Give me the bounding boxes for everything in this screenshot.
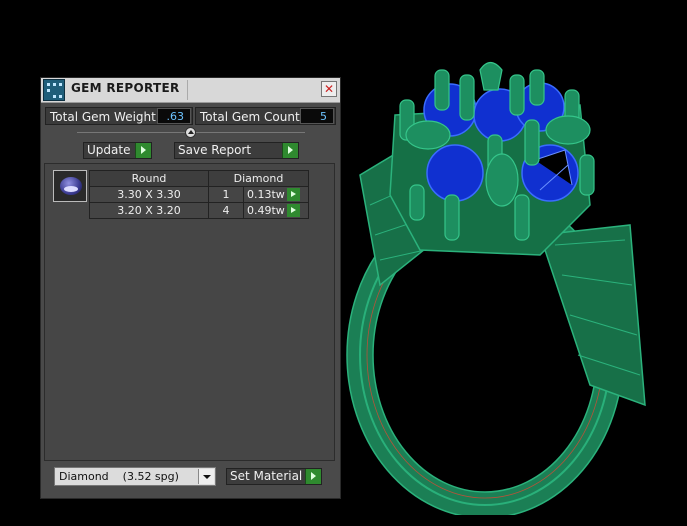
set-material-button-label: Set Material (230, 469, 303, 483)
gem-weight-cell: 0.49tw (243, 202, 309, 219)
total-gem-weight: Total Gem Weight .63 (45, 107, 193, 125)
total-gem-weight-value: .63 (157, 108, 191, 124)
panel-title: GEM REPORTER (71, 81, 180, 95)
chevron-down-icon[interactable] (198, 469, 214, 484)
gem-reporter-panel: GEM REPORTER ✕ Total Gem Weight .63 Tota… (40, 77, 341, 499)
update-button[interactable]: Update (83, 142, 152, 159)
total-gem-count: Total Gem Count 5 (195, 107, 336, 125)
material-select-value: Diamond (3.52 spg) (59, 470, 179, 483)
gem-size-cell: 3.20 X 3.20 (89, 202, 209, 219)
gem-size-cell: 3.30 X 3.30 (89, 186, 209, 203)
gem-count-cell: 4 (208, 202, 244, 219)
gem-weight-cell: 0.13tw (243, 186, 309, 203)
arrow-right-icon[interactable] (305, 469, 321, 484)
gem-weight-value: 0.13tw (247, 187, 285, 201)
gem-table-header: Round Diamond (89, 170, 309, 187)
title-divider (187, 80, 188, 100)
save-report-button[interactable]: Save Report (174, 142, 299, 159)
material-select[interactable]: Diamond (3.52 spg) (54, 467, 216, 486)
table-row[interactable]: 3.20 X 3.20 4 0.49tw (89, 202, 309, 219)
arrow-right-icon[interactable] (286, 204, 300, 218)
ring-3d-model[interactable] (340, 55, 670, 515)
column-header-shape: Round (89, 170, 209, 187)
arrow-right-icon[interactable] (286, 188, 300, 202)
gem-count-cell: 1 (208, 186, 244, 203)
update-button-label: Update (87, 143, 131, 157)
panel-titlebar[interactable]: GEM REPORTER ✕ (41, 78, 340, 103)
gem-table: Round Diamond 3.30 X 3.30 1 0.13tw 3.20 … (89, 170, 309, 219)
save-report-button-label: Save Report (178, 143, 252, 157)
gem-weight-value: 0.49tw (247, 203, 285, 217)
arrow-right-icon[interactable] (135, 143, 151, 158)
close-icon[interactable]: ✕ (321, 81, 337, 97)
collapse-knob-icon[interactable] (185, 127, 196, 138)
set-material-button[interactable]: Set Material (226, 468, 322, 485)
column-header-material: Diamond (208, 170, 309, 187)
gem-reporter-icon (43, 79, 65, 101)
arrow-right-icon[interactable] (282, 143, 298, 158)
round-gem-thumbnail[interactable] (53, 170, 87, 202)
gem-list-area: Round Diamond 3.30 X 3.30 1 0.13tw 3.20 … (44, 163, 335, 461)
total-gem-count-value: 5 (300, 108, 334, 124)
table-row[interactable]: 3.30 X 3.30 1 0.13tw (89, 186, 309, 203)
